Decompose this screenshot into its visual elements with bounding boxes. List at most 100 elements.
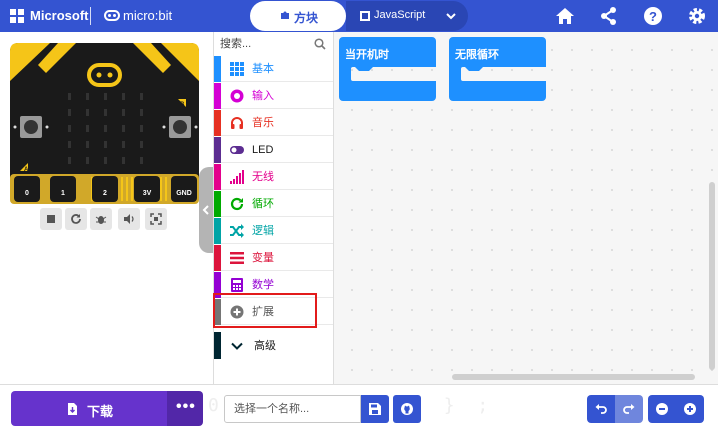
pin-gnd[interactable]: GND [171,176,197,202]
shuffle-icon [230,224,244,238]
category-label: 高级 [254,340,276,352]
download-label: 下载 [87,404,114,419]
on-start-block[interactable]: 当开机时 [339,37,436,101]
share-icon[interactable] [599,6,619,26]
sound-icon [124,214,134,224]
help-icon[interactable]: ? [643,6,663,26]
github-icon [401,403,413,415]
zoom-in-icon [684,403,696,415]
category-color-bar [214,83,221,109]
js-icon [360,11,370,21]
brand-name: Microsoft [30,8,89,23]
horizontal-scrollbar[interactable] [452,374,695,380]
category-label: 音乐 [252,117,274,129]
download-icon [68,403,77,415]
forever-block[interactable]: 无限循环 [449,37,546,101]
undo-icon [595,404,607,414]
toolbox-search [214,32,333,56]
pin-0[interactable]: 0 [14,176,40,202]
tab-blocks[interactable]: 方块 [250,1,346,31]
save-icon [369,403,381,415]
button-b-label: B [180,102,185,108]
fullscreen-icon [150,213,162,225]
stop-button[interactable] [40,208,62,230]
category-color-bar [214,245,221,271]
pin-1[interactable]: 1 [50,176,76,202]
puzzle-icon [281,11,289,19]
svg-text:2: 2 [103,190,107,197]
collapse-simulator-button[interactable] [199,167,213,253]
mute-button[interactable] [118,208,140,230]
loop-icon [230,197,244,211]
category-radio[interactable]: 无线 [214,164,333,190]
toggle-icon [230,146,244,154]
block-workspace[interactable]: 当开机时 无限循环 [334,32,718,384]
svg-text:?: ? [649,9,657,24]
header-bar: Microsoft micro:bit 方块 JavaScript ? [0,0,718,32]
search-input[interactable] [220,35,310,53]
zoom-in-button[interactable] [676,395,704,423]
product-name[interactable]: micro:bit [123,8,172,24]
category-label: 基本 [252,63,274,75]
more-dots-icon: ••• [176,398,196,415]
category-color-bar [214,332,221,359]
fullscreen-button[interactable] [145,208,167,230]
restart-button[interactable] [65,208,87,230]
pin-2[interactable]: 2 [92,176,118,202]
restart-icon [71,214,81,224]
category-advanced[interactable]: 高级 [214,332,333,359]
svg-text:1: 1 [61,190,65,197]
chevron-down-icon[interactable] [444,9,458,23]
pin-3v[interactable]: 3V [134,176,160,202]
makecode-editor: Microsoft micro:bit 方块 JavaScript ? A B … [0,0,718,432]
redo-icon [623,404,635,414]
category-loops[interactable]: 循环 [214,191,333,217]
block-label: 当开机时 [345,49,389,61]
zoom-out-button[interactable] [648,395,676,423]
undo-button[interactable] [587,395,615,423]
stop-icon [47,215,55,223]
button-a-label: A [24,167,29,173]
microbit-board[interactable]: A B 0 1 2 3V GND [10,43,199,204]
category-label: 逻辑 [252,225,274,237]
home-icon[interactable] [555,6,575,26]
category-led[interactable]: LED [214,137,333,163]
category-label: 无线 [252,171,274,183]
settings-icon[interactable] [687,6,707,26]
calculator-icon [231,278,243,292]
tab-blocks-label: 方块 [294,11,319,25]
vertical-scrollbar[interactable] [709,182,715,370]
toolbox: 基本 输入 音乐 LED 无线 循环 逻 [213,32,334,384]
chevron-left-icon [202,205,209,215]
project-name-input[interactable] [224,395,361,423]
category-music[interactable]: 音乐 [214,110,333,136]
microsoft-logo-icon [10,9,24,23]
tab-javascript-label: JavaScript [374,9,426,21]
category-color-bar [214,164,221,190]
svg-text:0: 0 [25,190,29,197]
debug-button[interactable] [90,208,112,230]
redo-button[interactable] [615,395,643,423]
save-button[interactable] [361,395,389,423]
category-logic[interactable]: 逻辑 [214,218,333,244]
grid-icon [230,62,244,76]
download-more-button[interactable]: ••• [167,391,203,426]
extensions-highlight-box [213,293,317,328]
search-icon[interactable] [314,38,326,50]
debug-icon [95,216,107,224]
zoom-out-icon [656,403,668,415]
category-basic[interactable]: 基本 [214,56,333,82]
svg-text:GND: GND [176,190,192,197]
chevron-down-icon [231,342,243,350]
category-variables[interactable]: 变量 [214,245,333,271]
category-input[interactable]: 输入 [214,83,333,109]
svg-text:3V: 3V [143,190,152,197]
tab-javascript[interactable]: JavaScript [346,1,468,31]
category-color-bar [214,218,221,244]
category-color-bar [214,110,221,136]
category-color-bar [214,191,221,217]
category-color-bar [214,56,221,82]
download-button[interactable]: 下载 [11,391,167,426]
github-button[interactable] [393,395,421,423]
bottom-toolbar: 0 1 0 1 ( ) { } ; 下载 ••• [0,384,718,432]
